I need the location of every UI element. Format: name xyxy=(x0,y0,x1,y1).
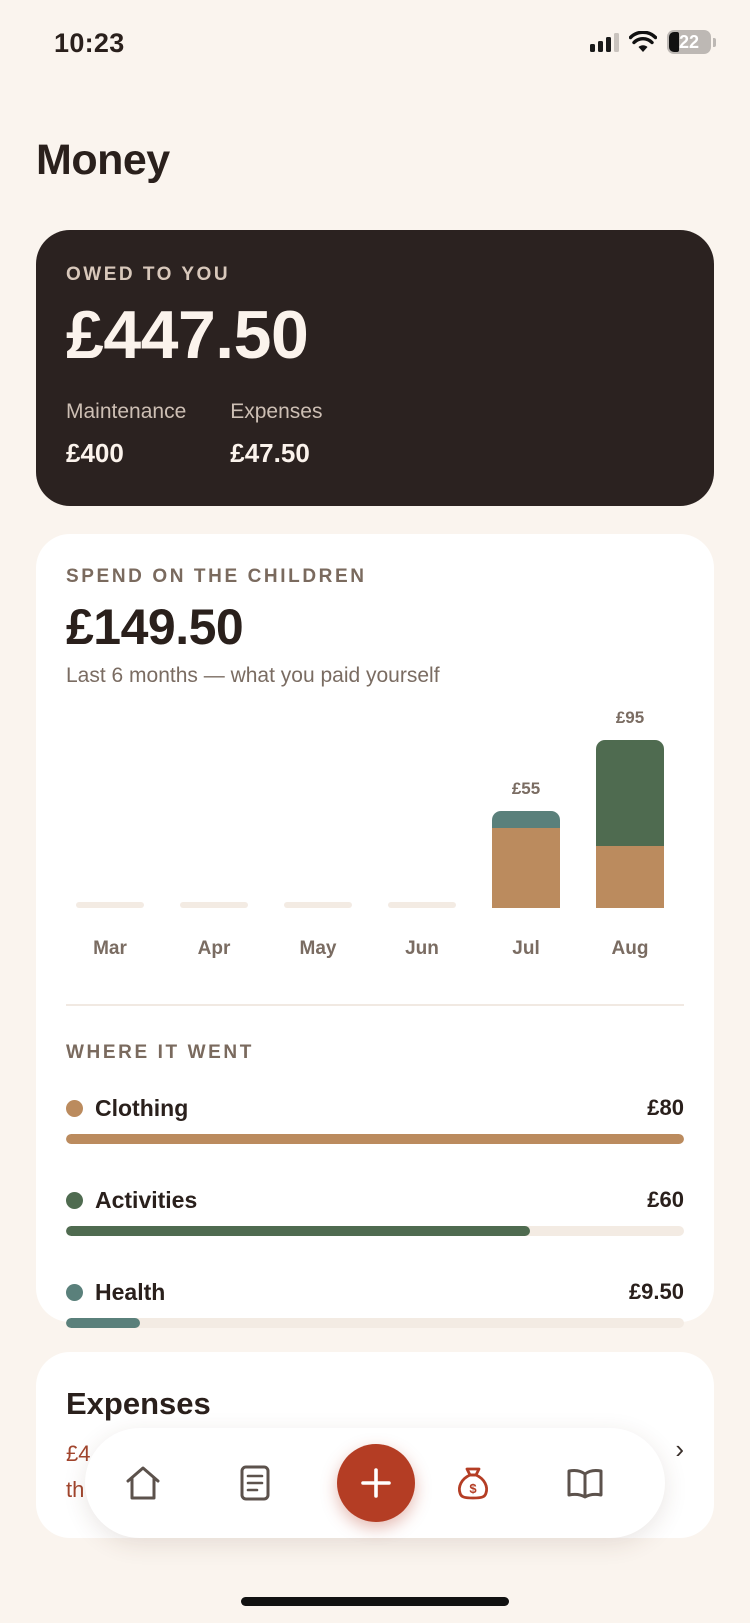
spend-subtitle: Last 6 months — what you paid yourself xyxy=(66,664,440,687)
clothing-dot xyxy=(66,1099,83,1117)
owed-item-label: Maintenance xyxy=(66,400,187,423)
category-progress-fill xyxy=(66,1226,530,1236)
chart-x-label: Aug xyxy=(611,938,649,959)
owed-amount: £447.50 xyxy=(66,297,309,373)
owed-item-value: £47.50 xyxy=(230,438,310,468)
page-title: Money xyxy=(36,136,170,184)
chevron-right-icon[interactable]: › xyxy=(675,1434,684,1465)
category-progress-fill xyxy=(66,1318,140,1328)
chart-bar-segment-clothing xyxy=(492,828,560,908)
divider xyxy=(66,1004,684,1006)
owed-item-expenses: Expenses £47.50 xyxy=(230,400,322,469)
spend-label: SPEND ON THE CHILDREN xyxy=(66,566,367,587)
category-clothing: Clothing £80 xyxy=(66,1092,684,1144)
chart-value-label: £95 xyxy=(615,708,645,727)
category-name: Clothing xyxy=(95,1094,189,1121)
battery-level: 22 xyxy=(678,31,700,52)
money-bag-icon: $ xyxy=(458,1467,488,1500)
chart-x-label: May xyxy=(299,938,337,959)
battery-icon: 22 xyxy=(667,30,711,54)
chart-column-jul xyxy=(492,740,560,908)
chart-column-jun xyxy=(388,740,456,908)
expenses-title: Expenses xyxy=(66,1386,211,1421)
owed-breakdown: Maintenance £400 Expenses £47.50 xyxy=(66,400,684,469)
category-activities: Activities £60 xyxy=(66,1184,684,1236)
home-icon xyxy=(126,1466,160,1500)
category-name: Health xyxy=(95,1278,166,1305)
owed-item-maintenance: Maintenance £400 xyxy=(66,400,186,469)
cellular-signal-icon xyxy=(590,32,619,52)
chart-bar-empty xyxy=(76,902,144,908)
owed-card[interactable]: OWED TO YOU £447.50 Maintenance £400 Exp… xyxy=(36,230,714,506)
spend-card: SPEND ON THE CHILDREN £149.50 Last 6 mon… xyxy=(36,534,714,1328)
health-dot xyxy=(66,1283,83,1301)
tab-bar: $ xyxy=(85,1428,665,1538)
chart-x-label: Jul xyxy=(512,938,540,959)
category-value: £60 xyxy=(647,1187,684,1212)
category-value: £80 xyxy=(647,1095,684,1120)
money-screen: 10:23 22 Money OWED TO YOU £447.50 Maint… xyxy=(0,0,750,1623)
chart-bar-empty xyxy=(180,902,248,908)
status-icons: 22 xyxy=(590,30,716,54)
add-button[interactable] xyxy=(337,1444,415,1522)
category-name: Activities xyxy=(95,1186,198,1213)
tab-guide[interactable] xyxy=(557,1455,613,1511)
where-it-went-label: WHERE IT WENT xyxy=(66,1042,254,1063)
category-progress-track xyxy=(66,1226,684,1236)
chart-bar-segment-activities xyxy=(596,740,664,847)
chart-bar-empty xyxy=(284,902,352,908)
expenses-subtitle-line1: £4 xyxy=(66,1441,91,1466)
svg-text:$: $ xyxy=(469,1481,477,1496)
spend-bar-chart: Mar Apr May Jun £55 Jul £95 Aug xyxy=(66,708,684,960)
chart-x-label: Mar xyxy=(93,938,127,959)
category-health: Health £9.50 xyxy=(66,1276,684,1328)
add-icon xyxy=(361,1468,391,1498)
spend-amount: £149.50 xyxy=(66,599,244,655)
tab-home[interactable] xyxy=(115,1455,171,1511)
chart-column-may xyxy=(284,740,352,908)
home-indicator xyxy=(241,1597,509,1606)
chart-bar-segment-health xyxy=(492,810,560,829)
category-list: Clothing £80 Activities £60 Health £9.50 xyxy=(66,1092,684,1368)
activities-dot xyxy=(66,1191,83,1209)
book-icon xyxy=(567,1468,603,1499)
owed-item-label: Expenses xyxy=(230,400,323,423)
chart-column-apr xyxy=(180,740,248,908)
category-value: £9.50 xyxy=(628,1279,684,1304)
category-progress-track xyxy=(66,1318,684,1328)
chart-value-label: £55 xyxy=(511,778,541,798)
chart-bar-segment-clothing xyxy=(596,846,664,908)
category-progress-fill xyxy=(66,1134,684,1144)
owed-item-value: £400 xyxy=(66,438,124,468)
category-progress-track xyxy=(66,1134,684,1144)
wifi-icon xyxy=(629,31,657,52)
document-icon xyxy=(240,1465,270,1501)
chart-column-aug xyxy=(596,740,664,908)
chart-x-label: Apr xyxy=(197,938,231,959)
tab-documents[interactable] xyxy=(227,1455,283,1511)
chart-column-mar xyxy=(76,740,144,908)
chart-bar-empty xyxy=(388,902,456,908)
expenses-subtitle-line2: th xyxy=(66,1477,85,1502)
owed-label: OWED TO YOU xyxy=(66,264,231,285)
tab-money[interactable]: $ xyxy=(445,1455,501,1511)
status-time: 10:23 xyxy=(54,28,125,58)
battery-cap xyxy=(713,37,716,47)
chart-x-label: Jun xyxy=(405,938,439,959)
